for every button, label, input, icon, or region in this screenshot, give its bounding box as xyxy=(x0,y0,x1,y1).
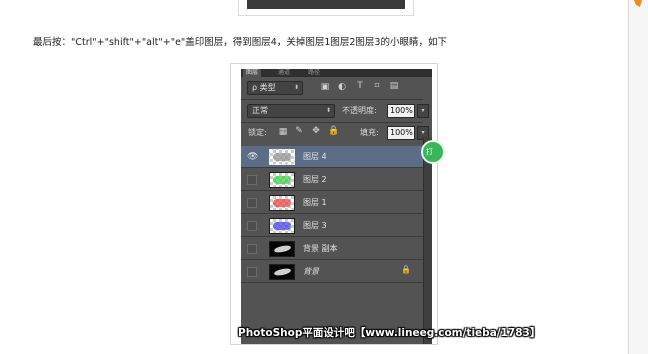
divider xyxy=(241,99,423,100)
lock-position-icon[interactable]: ✥ xyxy=(311,126,321,136)
layer-name: 背景 副本 xyxy=(303,244,338,253)
layer-row-background[interactable]: 背景 🔒 xyxy=(241,261,423,283)
layer-row-1[interactable]: 图层 1 xyxy=(241,192,423,214)
visibility-toggle[interactable] xyxy=(247,244,257,254)
layer-row-4[interactable]: 👁 图层 4 xyxy=(241,146,423,168)
dropdown-arrow-icon: ⬍ xyxy=(325,107,331,114)
lock-label: 锁定: xyxy=(248,128,267,137)
lock-transparent-icon[interactable]: ▦ xyxy=(278,127,288,137)
layers-panel: 图层 通道 路径 ρ 类型 ⬍ ▣ ◐ T ⌗ ▤ 正常 ⬍ 不透明度: 100… xyxy=(241,69,432,344)
layer-row-2[interactable]: 图层 2 xyxy=(241,169,423,191)
layer-thumbnail xyxy=(269,195,295,211)
layer-name: 图层 1 xyxy=(303,198,327,207)
thumbnail-tint xyxy=(273,153,291,161)
blend-mode-value: 正常 xyxy=(252,106,268,115)
filter-prefix: ρ xyxy=(252,83,258,92)
tab-layers[interactable]: 图层 xyxy=(243,69,262,77)
layer-thumbnail xyxy=(269,241,295,257)
panel-tabs: 图层 通道 路径 xyxy=(241,69,432,77)
visibility-toggle[interactable] xyxy=(247,221,257,231)
layers-scrollbar[interactable] xyxy=(423,138,432,344)
adjustment-filter-icon[interactable]: ◐ xyxy=(337,82,347,92)
thumbnail-tint xyxy=(273,176,291,184)
fill-label: 填充: xyxy=(360,128,379,137)
layer-name: 图层 2 xyxy=(303,175,327,184)
shape-filter-icon[interactable]: ⌗ xyxy=(372,81,382,91)
filter-value: 类型 xyxy=(259,83,276,92)
fill-input[interactable]: 100% xyxy=(387,126,415,140)
layer-thumbnail xyxy=(269,218,295,234)
visibility-toggle[interactable] xyxy=(247,198,257,208)
divider xyxy=(241,122,423,123)
layer-thumbnail xyxy=(269,172,295,188)
green-badge: 打 xyxy=(421,140,445,164)
lock-icon: 🔒 xyxy=(401,265,411,274)
layer-name: 背景 xyxy=(303,267,319,276)
eye-icon[interactable]: 👁 xyxy=(247,152,258,162)
filter-type-dropdown[interactable]: ρ 类型 ⬍ xyxy=(247,81,303,95)
opacity-input[interactable]: 100% xyxy=(387,104,415,118)
pixel-filter-icon[interactable]: ▣ xyxy=(320,82,330,92)
lock-all-icon[interactable]: 🔒 xyxy=(328,126,339,136)
thumbnail-shape xyxy=(273,267,292,277)
layer-row-3[interactable]: 图层 3 xyxy=(241,215,423,237)
thumbnail-tint xyxy=(273,199,291,207)
previous-image-frame xyxy=(238,0,414,16)
blend-mode-dropdown[interactable]: 正常 ⬍ xyxy=(247,104,335,118)
thumbnail-tint xyxy=(273,222,291,230)
instruction-text: 最后按："Ctrl"+"shift"+"alt"+"e"盖印图层，得到图层4，关… xyxy=(33,37,447,48)
layer-name: 图层 3 xyxy=(303,221,327,230)
layer-thumbnail xyxy=(269,149,295,165)
page-right-edge xyxy=(628,0,648,354)
visibility-toggle[interactable] xyxy=(247,267,257,277)
opacity-label: 不透明度: xyxy=(342,106,377,115)
watermark-text: PhotoShop平面设计吧【www.lineeg.com/tieba/1783… xyxy=(238,327,541,339)
tab-paths[interactable]: 路径 xyxy=(305,69,323,77)
orange-mark-icon xyxy=(634,0,642,7)
smart-object-filter-icon[interactable]: ▤ xyxy=(389,81,399,91)
thumbnail-shape xyxy=(273,244,292,254)
layer-thumbnail xyxy=(269,264,295,280)
visibility-toggle[interactable] xyxy=(247,175,257,185)
dropdown-arrow-icon: ⬍ xyxy=(293,84,299,91)
type-filter-icon[interactable]: T xyxy=(355,81,365,91)
tab-channels[interactable]: 通道 xyxy=(275,69,293,77)
lock-image-icon[interactable]: ✎ xyxy=(294,126,304,136)
layer-name: 图层 4 xyxy=(303,152,327,161)
layer-row-background-copy[interactable]: 背景 副本 xyxy=(241,238,423,260)
opacity-slider-button[interactable]: ▾ xyxy=(417,104,429,118)
